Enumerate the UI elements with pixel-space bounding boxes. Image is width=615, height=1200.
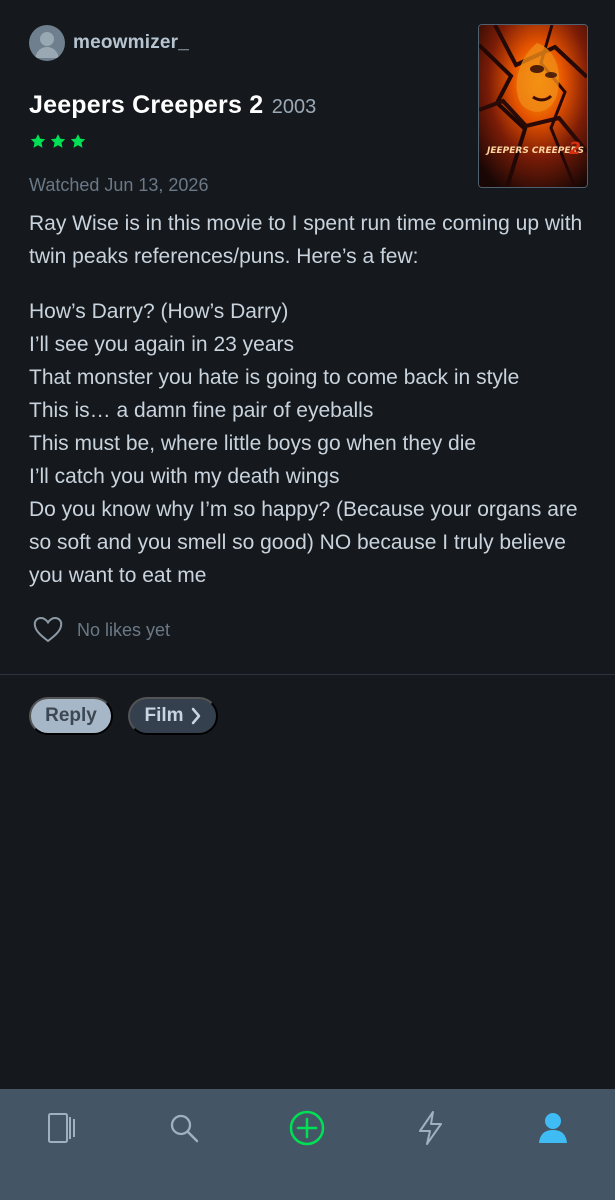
films-icon bbox=[48, 1113, 75, 1143]
chevron-right-icon bbox=[191, 707, 200, 725]
avatar[interactable] bbox=[29, 25, 65, 61]
star-icon bbox=[30, 134, 46, 148]
film-year[interactable]: 2003 bbox=[272, 96, 317, 118]
action-buttons: Reply Film bbox=[29, 697, 218, 735]
review-author[interactable]: meowmizer_ bbox=[29, 25, 189, 61]
review-line: I’ll see you again in 23 years bbox=[29, 333, 294, 356]
reply-label: Reply bbox=[45, 705, 97, 726]
review-line: Do you know why I’m so happy? (Because y… bbox=[29, 498, 578, 587]
tab-activity[interactable] bbox=[405, 1103, 455, 1153]
film-title-row[interactable]: Jeepers Creepers 2 2003 bbox=[29, 91, 316, 120]
review-line: How’s Darry? (How’s Darry) bbox=[29, 300, 289, 323]
likes-count-text: No likes yet bbox=[77, 619, 171, 640]
tab-add[interactable] bbox=[282, 1103, 332, 1153]
film-poster[interactable]: JEEPERS CREEPERS 2 bbox=[478, 24, 588, 188]
avatar-silhouette-icon bbox=[35, 32, 59, 58]
rating-stars bbox=[29, 132, 87, 150]
review-line: This must be, where little boys go when … bbox=[29, 432, 477, 455]
like-row[interactable]: No likes yet bbox=[33, 617, 170, 643]
film-button[interactable]: Film bbox=[128, 697, 218, 735]
activity-icon bbox=[419, 1111, 442, 1145]
star-icon bbox=[50, 134, 66, 148]
username[interactable]: meowmizer_ bbox=[73, 32, 189, 54]
film-label: Film bbox=[144, 705, 184, 726]
tab-search[interactable] bbox=[159, 1103, 209, 1153]
add-icon bbox=[289, 1110, 325, 1146]
tab-films[interactable] bbox=[37, 1103, 87, 1153]
review-line: That monster you hate is going to come b… bbox=[29, 366, 520, 389]
review-line: I’ll catch you with my death wings bbox=[29, 465, 340, 488]
poster-art: JEEPERS CREEPERS 2 bbox=[479, 25, 587, 187]
bottom-tab-bar bbox=[0, 1089, 615, 1200]
film-title[interactable]: Jeepers Creepers 2 bbox=[29, 91, 263, 119]
poster-number-text: 2 bbox=[569, 139, 581, 159]
profile-icon bbox=[539, 1113, 567, 1143]
review-line: This is… a damn fine pair of eyeballs bbox=[29, 399, 374, 422]
review-screen: meowmizer_ JEEPERS CREEPERS 2 Jeepers Cr… bbox=[0, 0, 615, 1200]
search-icon bbox=[170, 1114, 199, 1143]
star-icon bbox=[70, 134, 86, 148]
reply-button[interactable]: Reply bbox=[29, 697, 113, 735]
review-intro: Ray Wise is in this movie to I spent run… bbox=[29, 212, 583, 268]
review-card: meowmizer_ JEEPERS CREEPERS 2 Jeepers Cr… bbox=[0, 0, 615, 675]
tab-profile[interactable] bbox=[528, 1103, 578, 1153]
heart-icon[interactable] bbox=[33, 617, 63, 643]
review-text: Ray Wise is in this movie to I spent run… bbox=[29, 207, 594, 592]
watched-date: Watched Jun 13, 2026 bbox=[29, 175, 209, 195]
